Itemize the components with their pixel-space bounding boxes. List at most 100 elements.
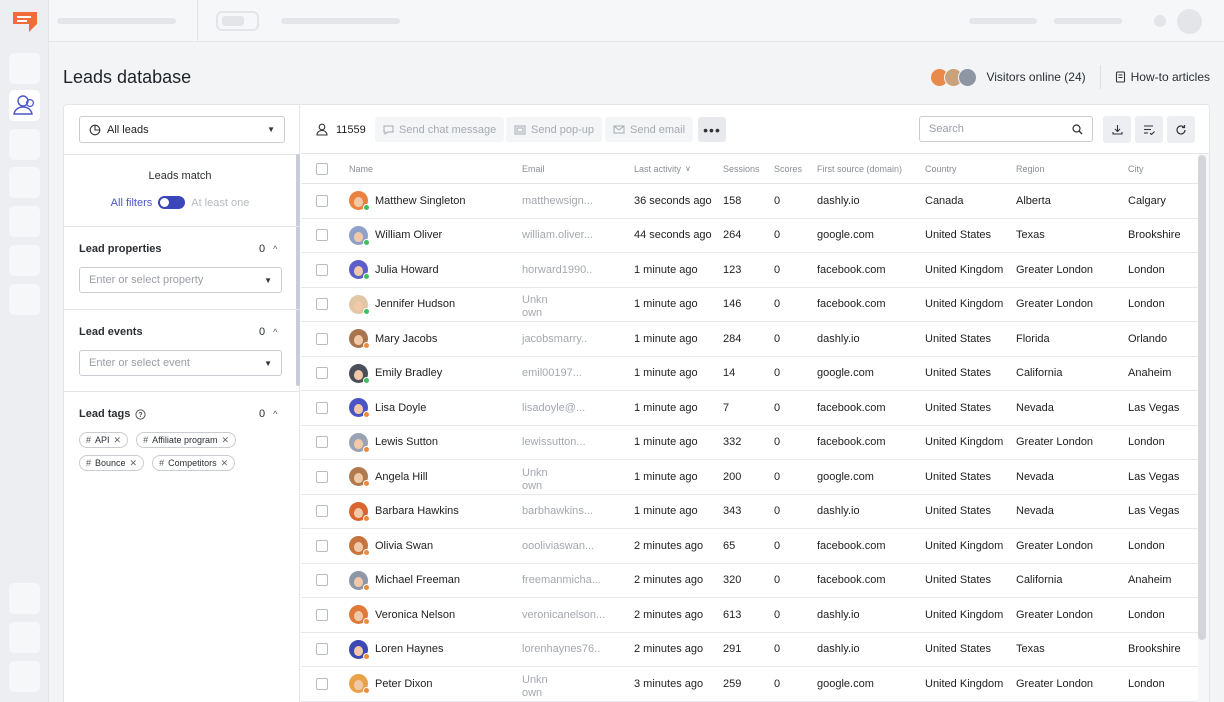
more-actions-button[interactable]: ••• [698, 117, 726, 142]
table-row[interactable]: Julia Howard horward1990.. 1 minute ago 123… [301, 253, 1198, 288]
column-header-region[interactable]: Region [1016, 154, 1045, 183]
rail-item-leads[interactable] [9, 90, 40, 121]
lead-name-cell[interactable]: Angela Hill [349, 460, 428, 494]
filters-scrollbar[interactable] [296, 154, 300, 386]
remove-tag-icon[interactable]: ✕ [130, 458, 138, 469]
lead-name-cell[interactable]: Peter Dixon [349, 667, 432, 701]
lead-name-cell[interactable]: Mary Jacobs [349, 322, 437, 356]
topbar-toggle[interactable] [216, 11, 259, 31]
table-row[interactable]: Jennifer Hudson Unkn own 1 minute ago 146 0 f… [301, 288, 1198, 322]
send-chat-message-button[interactable]: Send chat message [375, 117, 505, 142]
row-checkbox[interactable] [316, 574, 328, 587]
match-mode-toggle[interactable] [158, 196, 186, 209]
all-filters-option[interactable]: All filters [111, 197, 153, 209]
row-checkbox[interactable] [316, 505, 328, 518]
send-popup-button[interactable]: Send pop-up [506, 117, 602, 142]
column-header-first-source[interactable]: First source (domain) [817, 154, 902, 183]
send-email-button[interactable]: Send email [605, 117, 694, 142]
table-row[interactable]: Lisa Doyle lisadoyle@... 1 minute ago 7 0 fac… [301, 391, 1198, 426]
table-row[interactable]: Mary Jacobs jacobsmarry.. 1 minute ago 284 0… [301, 322, 1198, 357]
remove-tag-icon[interactable]: ✕ [114, 435, 122, 446]
remove-tag-icon[interactable]: ✕ [221, 458, 229, 469]
lead-name-cell[interactable]: Loren Haynes [349, 633, 444, 667]
tag-chip[interactable]: # Affiliate program ✕ [136, 432, 237, 448]
column-header-last-activity[interactable]: Last activity ∨ [634, 154, 691, 183]
lead-properties-toggle[interactable]: 0 ^ [259, 243, 277, 255]
row-checkbox[interactable] [316, 367, 328, 380]
avatar[interactable] [1177, 9, 1202, 34]
visitor-avatars[interactable] [930, 67, 978, 87]
column-header-name[interactable]: Name [349, 154, 373, 183]
event-select[interactable]: Enter or select event ▼ [79, 350, 282, 376]
download-button[interactable] [1103, 116, 1131, 143]
tag-chip[interactable]: # API ✕ [79, 432, 129, 448]
row-checkbox[interactable] [316, 263, 328, 276]
row-checkbox[interactable] [316, 332, 328, 345]
row-checkbox[interactable] [316, 608, 328, 621]
tag-chip[interactable]: # Bounce ✕ [79, 455, 145, 471]
table-row[interactable]: Veronica Nelson veronicanelson... 2 minute… [301, 598, 1198, 633]
help-icon[interactable]: ? [135, 408, 146, 420]
table-row[interactable]: Barbara Hawkins barbhawkins... 1 minute ag… [301, 495, 1198, 529]
lead-name-cell[interactable]: Olivia Swan [349, 529, 433, 563]
select-all-checkbox[interactable] [316, 162, 328, 175]
column-header-scores[interactable]: Scores [774, 154, 802, 183]
row-checkbox[interactable] [316, 401, 328, 414]
row-checkbox[interactable] [316, 436, 328, 449]
row-checkbox[interactable] [316, 677, 328, 690]
rail-item[interactable] [9, 284, 40, 315]
table-scrollbar[interactable] [1198, 155, 1206, 640]
lead-name-cell[interactable]: Jennifer Hudson [349, 288, 455, 322]
row-checkbox[interactable] [316, 643, 328, 656]
leads-segment-select[interactable]: All leads ▼ [79, 116, 285, 143]
lead-name-cell[interactable]: Lewis Sutton [349, 426, 438, 460]
lead-tags-toggle[interactable]: 0 ^ [259, 408, 277, 420]
rail-item[interactable] [9, 129, 40, 160]
refresh-button[interactable] [1167, 116, 1195, 143]
column-header-sessions[interactable]: Sessions [723, 154, 760, 183]
at-least-one-option[interactable]: At least one [191, 197, 249, 209]
table-row[interactable]: Lewis Sutton lewissutton... 1 minute ago 33… [301, 426, 1198, 460]
rail-item[interactable] [9, 583, 40, 614]
rail-item[interactable] [9, 167, 40, 198]
rail-item[interactable] [9, 53, 40, 84]
table-row[interactable]: Loren Haynes lorenhaynes76.. 2 minutes ago… [301, 633, 1198, 667]
lead-name-cell[interactable]: William Oliver [349, 219, 442, 253]
lead-name-cell[interactable]: Matthew Singleton [349, 184, 466, 218]
lead-name-cell[interactable]: Lisa Doyle [349, 391, 426, 425]
rail-item[interactable] [9, 622, 40, 653]
table-row[interactable]: William Oliver william.oliver... 44 second… [301, 219, 1198, 253]
row-checkbox[interactable] [316, 539, 328, 552]
table-row[interactable]: Matthew Singleton matthewsign... 36 second… [301, 184, 1198, 219]
table-row[interactable]: Angela Hill Unkn own 1 minute ago 200 0 googl… [301, 460, 1198, 495]
notification-icon[interactable] [1154, 15, 1166, 27]
search-input[interactable]: Search [919, 116, 1093, 142]
lead-name-cell[interactable]: Barbara Hawkins [349, 495, 459, 529]
column-header-email[interactable]: Email [522, 154, 545, 183]
row-checkbox[interactable] [316, 194, 328, 207]
column-header-country[interactable]: Country [925, 154, 957, 183]
lead-name-cell[interactable]: Michael Freeman [349, 564, 460, 598]
table-row[interactable]: Peter Dixon Unkn own 3 minutes ago 259 0 goog… [301, 667, 1198, 702]
columns-settings-button[interactable] [1135, 116, 1163, 143]
lead-name-cell[interactable]: Julia Howard [349, 253, 439, 287]
remove-tag-icon[interactable]: ✕ [221, 435, 229, 446]
property-select[interactable]: Enter or select property ▼ [79, 267, 282, 293]
lead-name-cell[interactable]: Emily Bradley [349, 357, 442, 391]
table-row[interactable]: Michael Freeman freemanmicha... 2 minutes … [301, 564, 1198, 598]
row-checkbox[interactable] [316, 298, 328, 311]
howto-articles-link[interactable]: How-to articles [1115, 70, 1210, 84]
column-header-city[interactable]: City [1128, 154, 1144, 183]
visitors-online-link[interactable]: Visitors online (24) [986, 70, 1085, 84]
row-checkbox[interactable] [316, 229, 328, 242]
lead-events-toggle[interactable]: 0 ^ [259, 326, 277, 338]
rail-item[interactable] [9, 206, 40, 237]
row-checkbox[interactable] [316, 470, 328, 483]
rail-item[interactable] [9, 245, 40, 276]
rail-item[interactable] [9, 661, 40, 692]
table-row[interactable]: Emily Bradley emil00197... 1 minute ago 14 0… [301, 357, 1198, 391]
lead-name-cell[interactable]: Veronica Nelson [349, 598, 455, 632]
dashly-logo-icon[interactable] [11, 10, 39, 34]
tag-chip[interactable]: # Competitors ✕ [152, 455, 236, 471]
table-row[interactable]: Olivia Swan oooliviaswan... 2 minutes ago 6… [301, 529, 1198, 564]
